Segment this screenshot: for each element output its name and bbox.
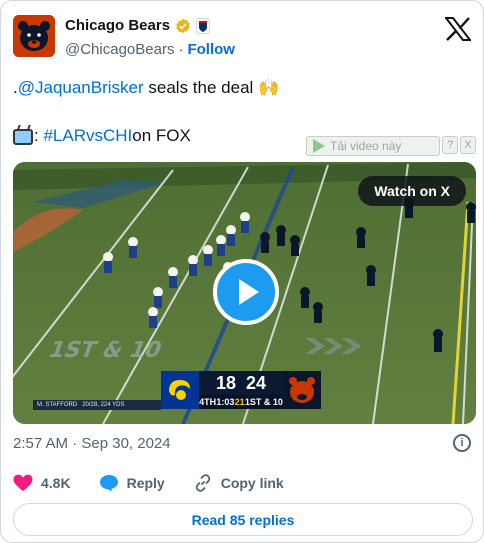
play-clock: 21 bbox=[234, 397, 245, 407]
verified-badge-icon bbox=[176, 18, 190, 33]
link-icon bbox=[195, 474, 210, 492]
download-video-bar: Tải video này ? X bbox=[306, 136, 476, 156]
read-replies-button[interactable]: Read 85 replies bbox=[13, 503, 473, 536]
text-body: seals the deal bbox=[143, 78, 259, 97]
hashtag-link[interactable]: #LARvsCHI bbox=[43, 125, 132, 147]
video-player[interactable]: 1ST & 10 Watch on X 18 24 4TH 1:03 21 1S… bbox=[13, 162, 476, 424]
mention-link[interactable]: @JaquanBrisker bbox=[18, 78, 144, 97]
like-button[interactable]: 4.8K bbox=[13, 474, 71, 492]
player-stats: 20/28, 224 YDS bbox=[82, 402, 125, 408]
download-help-button[interactable]: ? bbox=[442, 136, 458, 154]
download-label: Tải video này bbox=[330, 139, 402, 153]
text-colon: : bbox=[34, 126, 39, 145]
account-handle[interactable]: @ChicagoBears bbox=[65, 41, 174, 58]
download-video-button[interactable]: Tải video này bbox=[306, 136, 440, 156]
down-distance: 1ST & 10 bbox=[244, 397, 283, 407]
player-stat-bar: M. STAFFORD 20/28, 224 YDS bbox=[33, 400, 161, 410]
scorebug: 18 24 4TH 1:03 21 1ST & 10 bbox=[161, 371, 321, 409]
tweet-header: Chicago Bears @ChicagoBears · Follow bbox=[13, 11, 471, 65]
reply-button[interactable]: Reply bbox=[99, 474, 165, 492]
raised-hands-emoji: 🙌 bbox=[258, 78, 280, 97]
tweet-text-line-1: .@JaquanBrisker seals the deal 🙌 bbox=[13, 77, 279, 99]
reply-bubble-icon bbox=[99, 475, 118, 492]
info-icon[interactable]: i bbox=[453, 434, 471, 452]
tv-emoji-icon bbox=[13, 129, 33, 145]
copy-link-label: Copy link bbox=[220, 475, 284, 491]
tweet-card: Chicago Bears @ChicagoBears · Follow .@J… bbox=[0, 0, 484, 543]
play-icon bbox=[239, 279, 259, 305]
watch-on-x-button[interactable]: Watch on X bbox=[358, 176, 466, 206]
avatar[interactable] bbox=[13, 15, 55, 57]
account-name[interactable]: Chicago Bears bbox=[65, 17, 170, 34]
follow-button[interactable]: Follow bbox=[187, 41, 235, 58]
rams-logo-icon bbox=[161, 371, 199, 409]
game-clock: 1:03 bbox=[216, 397, 235, 407]
separator-dot: · bbox=[178, 41, 184, 58]
bears-logo-icon bbox=[13, 15, 55, 57]
home-score: 24 bbox=[246, 372, 267, 393]
x-logo-icon[interactable] bbox=[445, 17, 471, 41]
bears-scorebug-logo-icon bbox=[283, 371, 321, 409]
reply-label: Reply bbox=[126, 475, 165, 491]
nfl-badge-icon bbox=[196, 17, 211, 34]
scorebug-info: 4TH 1:03 21 1ST & 10 bbox=[199, 395, 283, 409]
quarter: 4TH bbox=[199, 397, 217, 407]
like-count: 4.8K bbox=[41, 475, 71, 491]
play-button[interactable] bbox=[213, 259, 279, 325]
copy-link-button[interactable]: Copy link bbox=[193, 473, 284, 493]
text-network: on FOX bbox=[132, 126, 191, 145]
handle-row: @ChicagoBears · Follow bbox=[65, 41, 235, 58]
away-score: 18 bbox=[215, 372, 236, 393]
action-bar: 4.8K Reply Copy link bbox=[13, 473, 312, 493]
tweet-timestamp[interactable]: 2:57 AM · Sep 30, 2024 bbox=[13, 435, 171, 452]
download-play-icon bbox=[313, 139, 325, 153]
tweet-text-line-2: : #LARvsCHI on FOX bbox=[13, 125, 191, 147]
scorebug-center: 18 24 4TH 1:03 21 1ST & 10 bbox=[199, 371, 283, 409]
name-row: Chicago Bears bbox=[65, 17, 211, 34]
heart-icon bbox=[13, 474, 33, 491]
field-down-text: 1ST & 10 bbox=[45, 338, 165, 363]
scorebug-scores: 18 24 bbox=[199, 371, 283, 395]
player-name: M. STAFFORD bbox=[37, 402, 78, 408]
download-close-button[interactable]: X bbox=[460, 136, 476, 154]
